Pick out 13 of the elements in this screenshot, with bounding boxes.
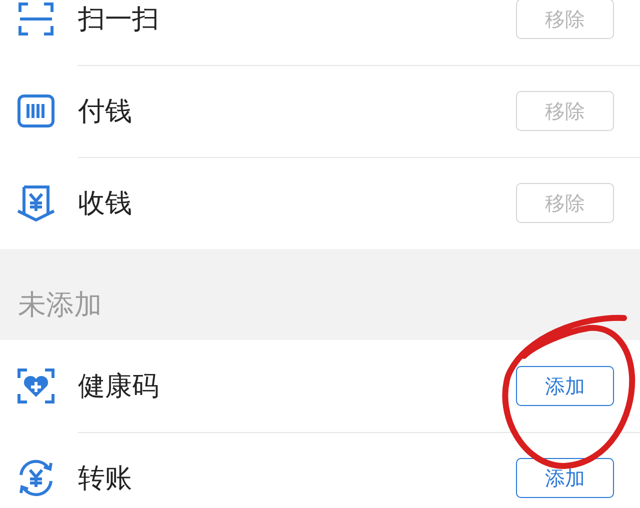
feature-label: 健康码 xyxy=(78,370,160,404)
remove-button[interactable]: 移除 xyxy=(516,183,614,223)
yen-pocket-icon xyxy=(16,183,56,223)
feature-label: 扫一扫 xyxy=(78,3,160,37)
add-button[interactable]: 添加 xyxy=(516,366,614,406)
add-button[interactable]: 添加 xyxy=(516,458,614,498)
heart-scan-icon xyxy=(16,366,56,406)
feature-label: 付钱 xyxy=(78,95,133,129)
remove-button[interactable]: 移除 xyxy=(516,0,614,39)
feature-label: 收钱 xyxy=(78,187,133,221)
remove-button[interactable]: 移除 xyxy=(516,91,614,131)
section-header: 未添加 xyxy=(18,287,102,323)
feature-label: 转账 xyxy=(78,462,133,496)
